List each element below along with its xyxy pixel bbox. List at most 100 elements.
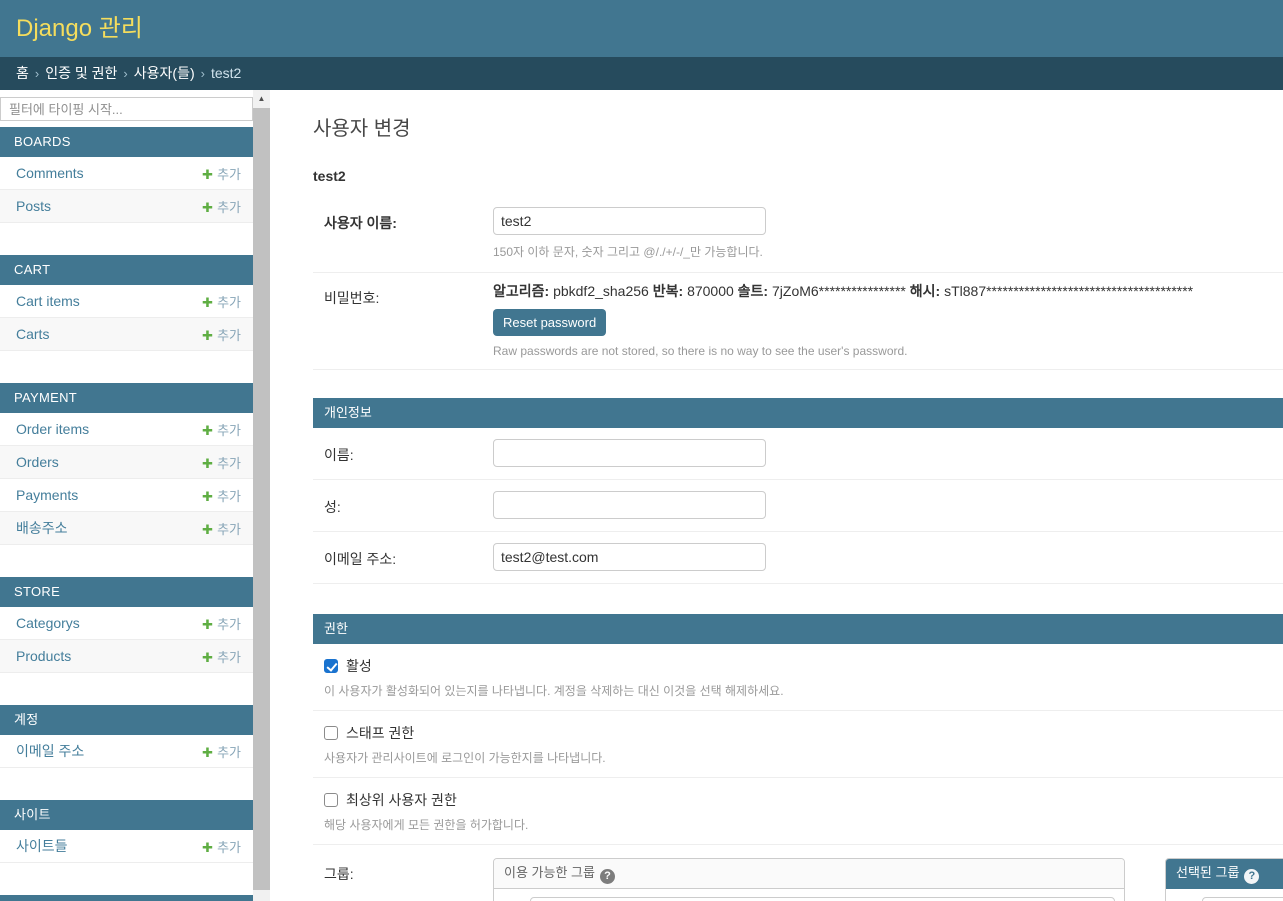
breadcrumb-auth[interactable]: 인증 및 권한	[45, 65, 117, 81]
add-products-link[interactable]: ✚ 추가	[202, 647, 241, 666]
sidebar-section-title: 계정	[0, 705, 253, 735]
personal-info-title: 개인정보	[313, 398, 1283, 428]
model-link-posts[interactable]: Posts	[16, 198, 51, 214]
permissions-fieldset: 권한 활성 이 사용자가 활성화되어 있는지를 나타냅니다. 계정을 삭제하는 …	[313, 614, 1283, 901]
password-hash-summary: 알고리즘: pbkdf2_sha256 반복: 870000 솔트: 7jZoM…	[493, 282, 1193, 300]
breadcrumb-separator: ›	[34, 66, 40, 81]
algorithm-value: pbkdf2_sha256	[553, 283, 649, 299]
superuser-checkbox[interactable]	[324, 793, 338, 807]
scrollbar-up-arrow-icon[interactable]: ▲	[253, 90, 270, 107]
add-payments-link[interactable]: ✚ 추가	[202, 486, 241, 505]
email-input[interactable]	[493, 543, 766, 571]
staff-label: 스태프 권한	[346, 725, 415, 741]
add-posts-link[interactable]: ✚ 추가	[202, 197, 241, 216]
staff-checkbox[interactable]	[324, 726, 338, 740]
sidebar-section-payment: PAYMENT Order items ✚ 추가 Orders ✚ 추가 Payme…	[0, 383, 253, 545]
last-name-input[interactable]	[493, 491, 766, 519]
username-help: 150자 이하 문자, 숫자 그리고 @/./+/-/_만 가능합니다.	[493, 245, 763, 259]
model-link-order-items[interactable]: Order items	[16, 421, 89, 437]
sidebar-section-title: CART	[0, 255, 253, 285]
add-cart-items-link[interactable]: ✚ 추가	[202, 292, 241, 311]
superuser-label: 최상위 사용자 권한	[346, 792, 457, 808]
sidebar-item-shipping-address: 배송주소 ✚ 추가	[0, 512, 253, 545]
plus-icon: ✚	[202, 166, 214, 182]
breadcrumb-home[interactable]: 홈	[16, 65, 29, 81]
model-link-comments[interactable]: Comments	[16, 165, 84, 181]
breadcrumb-current: test2	[210, 65, 242, 81]
active-row: 활성 이 사용자가 활성화되어 있는지를 나타냅니다. 계정을 삭제하는 대신 …	[313, 644, 1283, 711]
superuser-row: 최상위 사용자 권한 해당 사용자에게 모든 권한을 허가합니다.	[313, 778, 1283, 845]
sidebar-section-account: 계정 이메일 주소 ✚ 추가	[0, 705, 253, 768]
site-header: Django 관리	[0, 0, 1283, 57]
salt-label: 솔트:	[737, 283, 769, 299]
model-link-cart-items[interactable]: Cart items	[16, 293, 80, 309]
available-groups-filter-row	[494, 889, 1124, 901]
breadcrumb-separator: ›	[200, 66, 205, 81]
breadcrumb-users[interactable]: 사용자(들)	[134, 65, 195, 81]
add-carts-link[interactable]: ✚ 추가	[202, 325, 241, 344]
sidebar-item-email-addresses: 이메일 주소 ✚ 추가	[0, 735, 253, 768]
available-groups-header: 이용 가능한 그룹?	[494, 859, 1124, 889]
sidebar-section-cart: CART Cart items ✚ 추가 Carts ✚ 추가	[0, 255, 253, 351]
model-link-carts[interactable]: Carts	[16, 326, 49, 342]
model-link-products[interactable]: Products	[16, 648, 71, 664]
model-link-orders[interactable]: Orders	[16, 454, 59, 470]
password-label: 비밀번호:	[324, 290, 380, 306]
personal-info-fieldset: 개인정보 이름: 성: 이메일 주소:	[313, 398, 1283, 584]
permissions-title: 권한	[313, 614, 1283, 644]
plus-icon: ✚	[202, 199, 214, 215]
hash-label: 해시:	[909, 283, 941, 299]
algorithm-label: 알고리즘:	[493, 283, 550, 299]
groups-row: 그룹: 이용 가능한 그룹? 선택된 그룹?	[313, 845, 1283, 901]
add-order-items-link[interactable]: ✚ 추가	[202, 420, 241, 439]
model-link-payments[interactable]: Payments	[16, 487, 78, 503]
username-input[interactable]	[493, 207, 766, 235]
sidebar-filter-input[interactable]	[0, 97, 253, 121]
add-email-addresses-link[interactable]: ✚ 추가	[202, 742, 241, 761]
salt-value: 7jZoM6****************	[772, 283, 906, 299]
password-help: Raw passwords are not stored, so there i…	[493, 344, 908, 358]
chosen-groups-panel: 선택된 그룹?	[1165, 858, 1283, 901]
reset-password-button[interactable]: Reset password	[493, 309, 607, 336]
sidebar-section-site: 사이트 사이트들 ✚ 추가	[0, 800, 253, 863]
sidebar-item-cart-items: Cart items ✚ 추가	[0, 285, 253, 318]
sidebar-item-comments: Comments ✚ 추가	[0, 157, 253, 190]
iterations-value: 870000	[687, 283, 734, 299]
add-comments-link[interactable]: ✚ 추가	[202, 164, 241, 183]
chosen-groups-filter-row	[1166, 889, 1283, 901]
iterations-label: 반복:	[652, 283, 684, 299]
available-groups-filter-input[interactable]	[530, 897, 1115, 901]
active-checkbox[interactable]	[324, 659, 338, 673]
superuser-help: 해당 사용자에게 모든 권한을 허가합니다.	[324, 818, 529, 832]
first-name-input[interactable]	[493, 439, 766, 467]
plus-icon: ✚	[202, 521, 214, 537]
active-help: 이 사용자가 활성화되어 있는지를 나타냅니다. 계정을 삭제하는 대신 이것을…	[324, 684, 784, 698]
user-change-form: 사용자 이름: 150자 이하 문자, 숫자 그리고 @/./+/-/_만 가능…	[313, 196, 1283, 901]
model-link-sites[interactable]: 사이트들	[16, 836, 68, 856]
sidebar-section-title: STORE	[0, 577, 253, 607]
help-icon[interactable]: ?	[599, 869, 615, 884]
sidebar-item-carts: Carts ✚ 추가	[0, 318, 253, 351]
plus-icon: ✚	[202, 744, 214, 760]
model-link-categorys[interactable]: Categorys	[16, 615, 80, 631]
add-sites-link[interactable]: ✚ 추가	[202, 837, 241, 856]
scrollbar-thumb[interactable]	[253, 108, 270, 890]
active-label: 활성	[346, 658, 372, 674]
site-title[interactable]: Django 관리	[0, 0, 1283, 57]
add-orders-link[interactable]: ✚ 추가	[202, 453, 241, 472]
add-shipping-address-link[interactable]: ✚ 추가	[202, 519, 241, 538]
plus-icon: ✚	[202, 294, 214, 310]
model-link-email-addresses[interactable]: 이메일 주소	[16, 741, 84, 761]
chosen-groups-filter-input[interactable]	[1202, 897, 1283, 901]
help-icon[interactable]: ?	[1244, 869, 1260, 884]
add-categorys-link[interactable]: ✚ 추가	[202, 614, 241, 633]
sidebar-section-store: STORE Categorys ✚ 추가 Products ✚ 추가	[0, 577, 253, 673]
plus-icon: ✚	[202, 616, 214, 632]
main-content: 사용자 변경 test2 사용자 이름: 150자 이하 문자, 숫자 그리고 …	[270, 90, 1283, 901]
chosen-groups-header: 선택된 그룹?	[1166, 859, 1283, 889]
first-name-label: 이름:	[324, 447, 354, 463]
username-label: 사용자 이름:	[324, 215, 397, 231]
groups-label: 그룹:	[324, 866, 354, 882]
sidebar-scrollbar[interactable]: ▲	[253, 90, 270, 901]
model-link-shipping-address[interactable]: 배송주소	[16, 518, 68, 538]
